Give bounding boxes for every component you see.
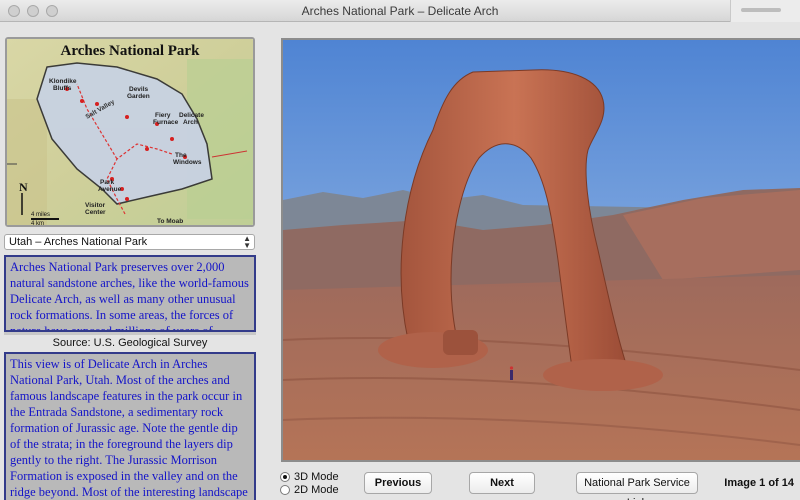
- park-select-value: Utah – Arches National Park: [9, 236, 148, 248]
- title-bar: Arches National Park – Delicate Arch: [0, 0, 800, 22]
- next-button[interactable]: Next: [469, 472, 535, 494]
- svg-text:Garden: Garden: [127, 93, 150, 100]
- park-select[interactable]: Utah – Arches National Park ▲ ▼: [4, 234, 255, 250]
- svg-text:N: N: [19, 180, 28, 194]
- image-caption: This view is of Delicate Arch in Arches …: [4, 352, 256, 500]
- svg-text:Arch: Arch: [183, 119, 198, 126]
- national-park-service-link-button[interactable]: National Park Service Link: [576, 472, 698, 500]
- svg-text:Park: Park: [100, 179, 114, 186]
- svg-text:Visitor: Visitor: [85, 202, 106, 209]
- mode-2d-radio[interactable]: 2D Mode: [280, 484, 339, 496]
- svg-text:Delicate: Delicate: [179, 112, 204, 119]
- svg-text:Windows: Windows: [173, 159, 202, 166]
- svg-text:Klondike: Klondike: [49, 78, 77, 85]
- source-label: Source: U.S. Geological Survey: [52, 337, 208, 349]
- svg-text:The: The: [175, 152, 187, 159]
- image-counter: Image 1 of 14: [724, 477, 794, 489]
- previous-button[interactable]: Previous: [364, 472, 432, 494]
- svg-text:Center: Center: [85, 209, 106, 216]
- background-window-edge: [730, 0, 800, 22]
- main-photo: [281, 38, 800, 462]
- select-arrows-icon: ▲ ▼: [243, 234, 251, 250]
- svg-text:4 km: 4 km: [31, 221, 44, 225]
- svg-text:Bluffs: Bluffs: [53, 85, 72, 92]
- window-title: Arches National Park – Delicate Arch: [301, 4, 499, 18]
- radio-selected-icon: [280, 472, 290, 482]
- divider: [4, 332, 256, 335]
- svg-text:Avenue: Avenue: [98, 186, 122, 193]
- map-title: Arches National Park: [61, 43, 201, 59]
- radio-unselected-icon: [280, 485, 290, 495]
- mode-3d-radio[interactable]: 3D Mode: [280, 471, 339, 483]
- svg-text:Furnace: Furnace: [153, 119, 179, 126]
- park-description: Arches National Park preserves over 2,00…: [4, 255, 256, 332]
- svg-text:Fiery: Fiery: [155, 112, 171, 119]
- mode-3d-label: 3D Mode: [294, 471, 339, 483]
- svg-text:Devils: Devils: [129, 86, 149, 93]
- park-map: Arches National Park Klondike Bluffs Devi…: [5, 37, 255, 227]
- svg-text:4 miles: 4 miles: [31, 212, 50, 218]
- mode-2d-label: 2D Mode: [294, 484, 339, 496]
- svg-text:To Moab: To Moab: [157, 218, 183, 225]
